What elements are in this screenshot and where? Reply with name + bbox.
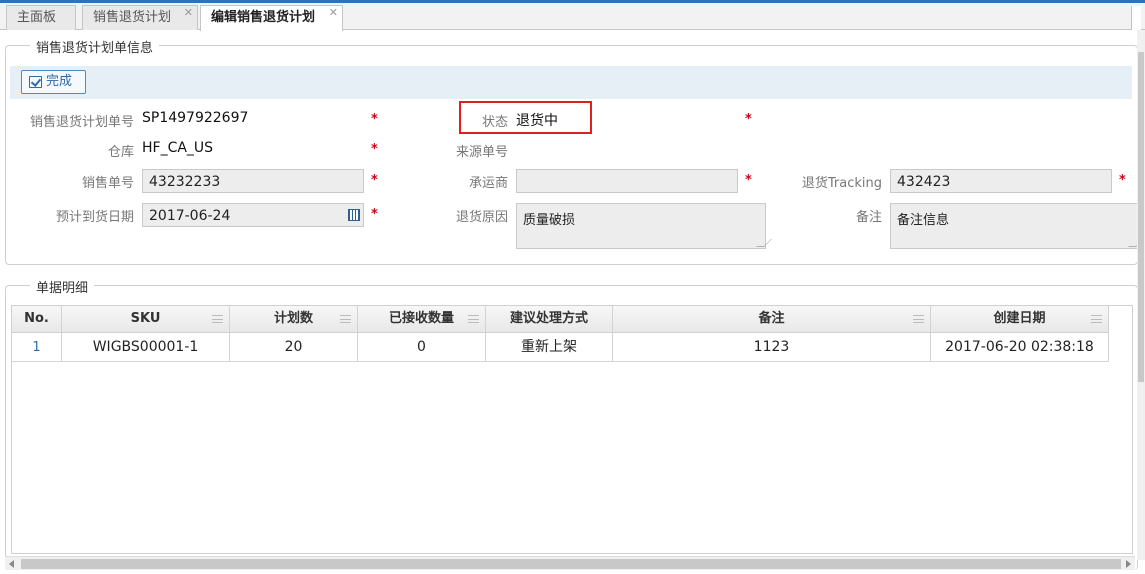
scroll-left-arrow-icon[interactable] — [9, 560, 14, 568]
grid-header: No. SKU 计划数 已接收数量 建议处理方式 备注 创建日期 — [12, 306, 1109, 333]
status-highlight-box — [459, 101, 592, 134]
tracking-label: 退货Tracking — [801, 176, 882, 191]
tab-label: 销售退货计划 — [93, 10, 172, 25]
tab-sales-return-plan[interactable]: 销售退货计划 ✕ — [82, 5, 198, 30]
column-label: 创建日期 — [993, 311, 1046, 326]
column-label: No. — [24, 311, 49, 326]
sales-no-label: 销售单号 — [81, 176, 134, 191]
sales-no-input[interactable]: 43232233 — [142, 169, 364, 193]
scroll-right-arrow-icon[interactable] — [1126, 560, 1131, 568]
column-menu-icon[interactable] — [468, 315, 479, 323]
eta-date-input[interactable]: 2017-06-24 — [142, 203, 364, 227]
plan-no-value: SP1497922697 — [142, 110, 249, 126]
column-label: SKU — [130, 311, 161, 326]
warehouse-label: 仓库 — [107, 145, 134, 160]
column-label: 已接收数量 — [388, 311, 454, 326]
reason-textarea[interactable]: 质量破损 — [516, 203, 772, 249]
source-no-label: 来源单号 — [455, 145, 508, 160]
warehouse-value: HF_CA_US — [142, 140, 214, 156]
remark-cell: 1123 — [613, 333, 931, 362]
form-toolbar: 完成 — [10, 66, 1132, 99]
column-label: 计划数 — [273, 311, 313, 326]
reason-label: 退货原因 — [455, 210, 508, 225]
sku-cell: WIGBS00001-1 — [62, 333, 230, 362]
horizontal-scrollbar[interactable] — [5, 556, 1135, 570]
column-menu-icon[interactable] — [340, 315, 351, 323]
carrier-input[interactable] — [516, 169, 738, 193]
column-menu-icon[interactable] — [1091, 315, 1102, 323]
remark-textarea[interactable]: 备注信息 — [890, 203, 1144, 249]
horizontal-scroll-thumb[interactable] — [21, 559, 1121, 569]
required-mark: * — [745, 173, 752, 188]
required-mark: * — [1119, 173, 1126, 188]
remark-label: 备注 — [855, 210, 882, 225]
tab-label: 主面板 — [17, 10, 57, 25]
column-header-remark[interactable]: 备注 — [613, 306, 931, 333]
required-mark: * — [745, 112, 752, 127]
reason-value: 质量破损 — [523, 213, 576, 228]
column-header-planned-qty[interactable]: 计划数 — [230, 306, 358, 333]
tab-bar: 主面板 销售退货计划 ✕ 编辑销售退货计划 ✕ — [0, 3, 1145, 31]
column-label: 备注 — [758, 311, 785, 326]
column-header-received-qty[interactable]: 已接收数量 — [358, 306, 486, 333]
tab-label: 编辑销售退货计划 — [211, 10, 316, 25]
close-icon[interactable]: ✕ — [184, 1, 193, 25]
column-menu-icon[interactable] — [212, 315, 223, 323]
created-date-cell: 2017-06-20 02:38:18 — [931, 333, 1109, 362]
column-label: 建议处理方式 — [509, 311, 588, 326]
column-menu-icon[interactable] — [913, 315, 924, 323]
column-header-suggested-handling[interactable]: 建议处理方式 — [486, 306, 613, 333]
required-mark: * — [371, 112, 378, 127]
vertical-scroll-thumb[interactable] — [1138, 52, 1144, 382]
row-number: 1 — [12, 333, 62, 362]
close-icon[interactable]: ✕ — [329, 1, 338, 25]
suggested-handling-cell: 重新上架 — [486, 333, 613, 362]
calendar-icon[interactable] — [348, 209, 360, 221]
plan-no-label: 销售退货计划单号 — [29, 115, 134, 130]
detail-panel-legend: 单据明细 — [30, 277, 95, 296]
detail-grid: No. SKU 计划数 已接收数量 建议处理方式 备注 创建日期 1 WIGBS… — [11, 305, 1133, 554]
carrier-label: 承运商 — [468, 176, 508, 191]
required-mark: * — [371, 207, 378, 222]
done-button-label: 完成 — [46, 74, 73, 89]
required-mark: * — [371, 173, 378, 188]
tab-scroll-right[interactable] — [1131, 6, 1141, 30]
vertical-scrollbar[interactable] — [1137, 30, 1145, 560]
tracking-input[interactable]: 432423 — [890, 169, 1112, 193]
received-qty-cell: 0 — [358, 333, 486, 362]
eta-value: 2017-06-24 — [149, 208, 231, 224]
done-button[interactable]: 完成 — [21, 70, 86, 94]
table-row[interactable]: 1 WIGBS00001-1 20 0 重新上架 1123 2017-06-20… — [12, 333, 1109, 362]
planned-qty-cell: 20 — [230, 333, 358, 362]
tab-dashboard[interactable]: 主面板 — [6, 5, 76, 30]
info-panel-legend: 销售退货计划单信息 — [30, 37, 160, 56]
tab-edit-sales-return-plan[interactable]: 编辑销售退货计划 ✕ — [200, 5, 343, 31]
remark-value: 备注信息 — [897, 213, 950, 228]
column-header-no[interactable]: No. — [12, 306, 62, 333]
column-header-created-date[interactable]: 创建日期 — [931, 306, 1109, 333]
eta-label: 预计到货日期 — [55, 210, 134, 225]
checkbox-check-icon — [29, 76, 42, 88]
required-mark: * — [371, 142, 378, 157]
column-header-sku[interactable]: SKU — [62, 306, 230, 333]
